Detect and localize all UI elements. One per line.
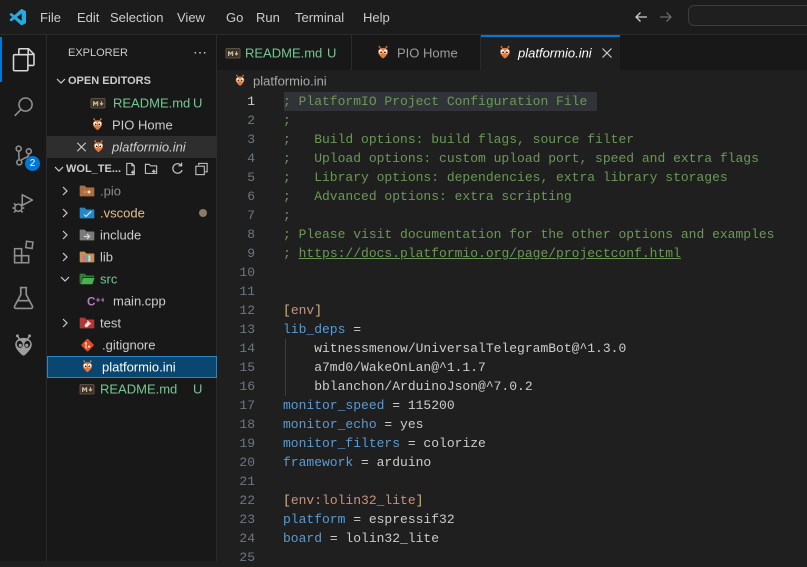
svg-text:++: ++ [96, 295, 105, 305]
